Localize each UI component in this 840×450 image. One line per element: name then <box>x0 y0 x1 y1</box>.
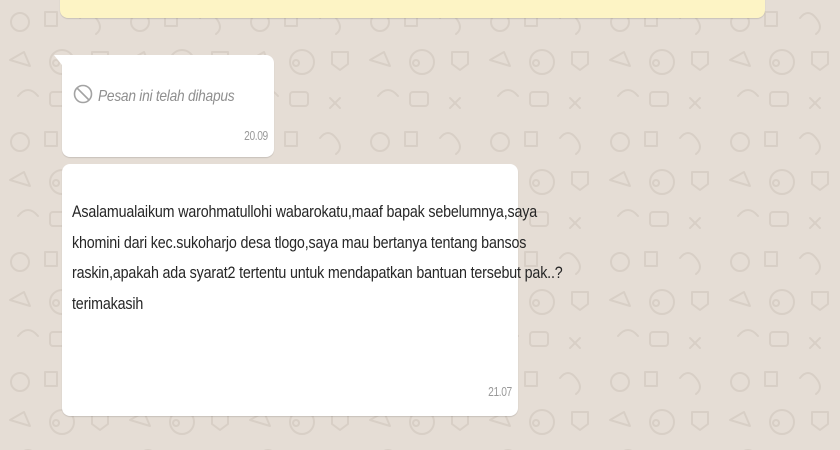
message-timestamp: 20.09 <box>244 129 268 143</box>
incoming-message-bubble[interactable]: Asalamualaikum warohmatullohi wabarokatu… <box>62 164 563 416</box>
message-text: Asalamualaikum warohmatullohi wabarokatu… <box>72 197 563 319</box>
encryption-notice-banner <box>60 0 765 18</box>
bubble-tail <box>54 55 62 65</box>
message-timestamp: 21.07 <box>488 385 512 399</box>
deleted-message-text: Pesan ini telah dihapus <box>98 87 235 105</box>
message-line: Asalamualaikum warohmatullohi wabarokatu… <box>72 202 538 221</box>
message-line: terimakasih <box>72 293 144 313</box>
deleted-message-bubble[interactable]: Pesan ini telah dihapus 20.09 <box>54 55 274 157</box>
message-line: raskin,apakah ada syarat2 tertentu untuk… <box>72 263 563 282</box>
deleted-message-row: Pesan ini telah dihapus <box>72 83 257 110</box>
message-line: khomini dari kec.sukoharjo desa tlogo,sa… <box>72 232 527 252</box>
block-icon <box>72 83 94 110</box>
